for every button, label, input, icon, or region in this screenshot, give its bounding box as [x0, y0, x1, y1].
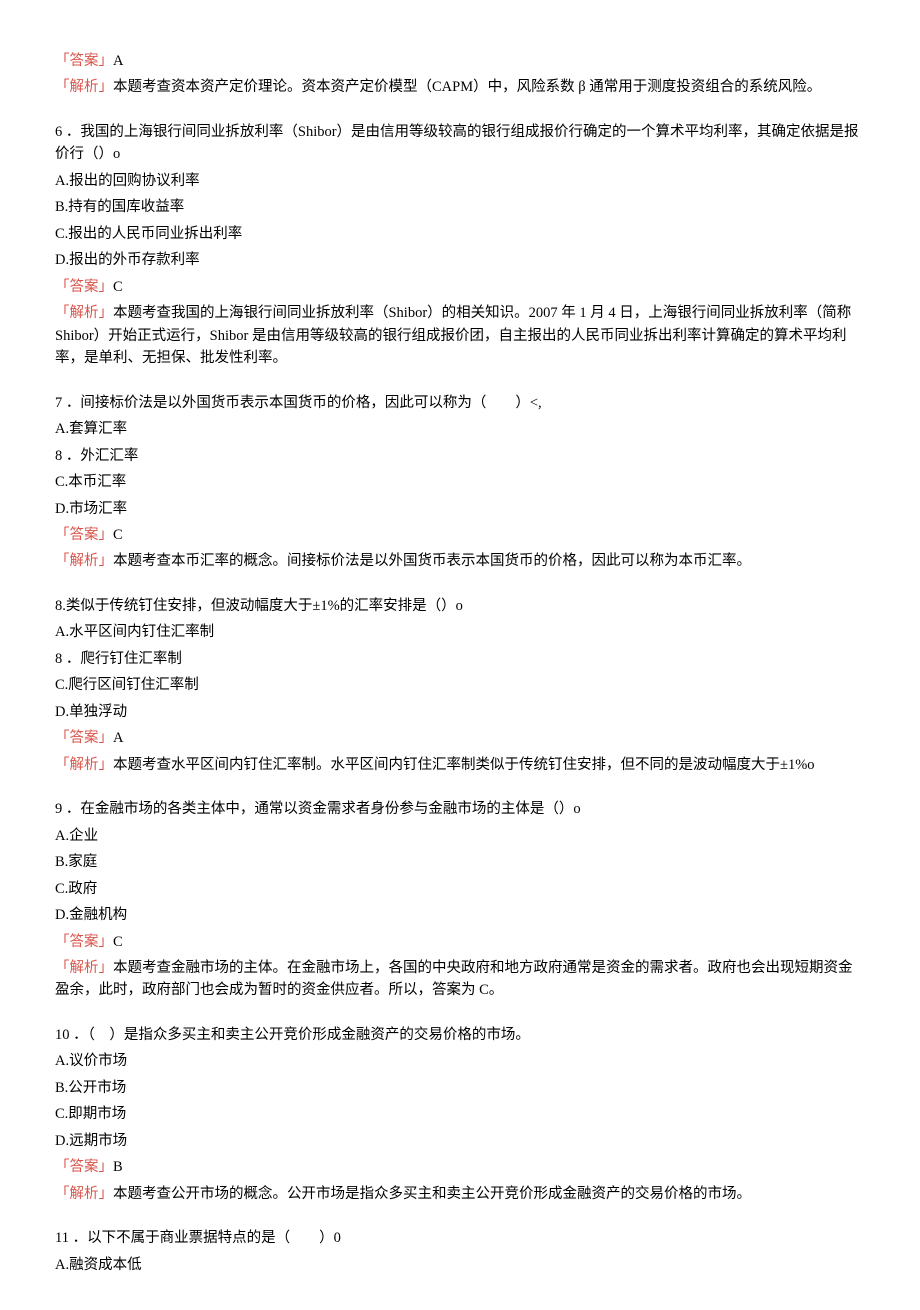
q7-option-8: 8 ．外汇汇率 — [55, 445, 865, 467]
analysis-text: 本题考查我国的上海银行间同业拆放利率（Shibor）的相关知识。2007 年 1… — [55, 305, 851, 366]
answer-value: A — [113, 730, 123, 746]
q7-answer: 「答案」C — [55, 524, 865, 546]
answer-label: 「答案」 — [55, 730, 113, 746]
answer-value: C — [113, 527, 123, 543]
q9-stem: 9 ．在金融市场的各类主体中，通常以资金需求者身份参与金融市场的主体是（）o — [55, 798, 865, 820]
q7-option-d: D.市场汇率 — [55, 498, 865, 520]
q10-option-d: D.远期市场 — [55, 1130, 865, 1152]
q6-option-d: D.报出的外币存款利率 — [55, 249, 865, 271]
q8-option-a: A.水平区间内钉住汇率制 — [55, 621, 865, 643]
q10-answer: 「答案」B — [55, 1156, 865, 1178]
q5-answer: 「答案」A — [55, 50, 865, 72]
q6-option-a: A.报出的回购协议利率 — [55, 170, 865, 192]
q10-option-b: B.公开市场 — [55, 1077, 865, 1099]
q5-analysis: 「解析」本题考查资本资产定价理论。资本资产定价模型（CAPM）中，风险系数 β … — [55, 76, 865, 98]
q9-option-b: B.家庭 — [55, 851, 865, 873]
q10-option-c: C.即期市场 — [55, 1103, 865, 1125]
q10-option-a: A.议价市场 — [55, 1050, 865, 1072]
analysis-text: 本题考查水平区间内钉住汇率制。水平区间内钉住汇率制类似于传统钉住安排，但不同的是… — [113, 757, 815, 773]
analysis-label: 「解析」 — [55, 553, 113, 569]
analysis-label: 「解析」 — [55, 305, 113, 321]
q6-stem: 6 ．我国的上海银行间同业拆放利率（Shibor）是由信用等级较高的银行组成报价… — [55, 121, 865, 166]
analysis-text: 本题考查金融市场的主体。在金融市场上，各国的中央政府和地方政府通常是资金的需求者… — [55, 960, 853, 998]
answer-value: B — [113, 1159, 123, 1175]
analysis-label: 「解析」 — [55, 79, 113, 95]
analysis-label: 「解析」 — [55, 1186, 113, 1202]
q8-option-d: D.单独浮动 — [55, 701, 865, 723]
q7-analysis: 「解析」本题考查本币汇率的概念。间接标价法是以外国货币表示本国货币的价格，因此可… — [55, 550, 865, 572]
answer-label: 「答案」 — [55, 934, 113, 950]
q10-analysis: 「解析」本题考查公开市场的概念。公开市场是指众多买主和卖主公开竞价形成金融资产的… — [55, 1183, 865, 1205]
q6-answer: 「答案」C — [55, 276, 865, 298]
q10-stem: 10 ．（ ）是指众多买主和卖主公开竞价形成金融资产的交易价格的市场。 — [55, 1024, 865, 1046]
q8-stem: 8.类似于传统钉住安排，但波动幅度大于±1%的汇率安排是（）o — [55, 595, 865, 617]
q8-option-c: C.爬行区间钉住汇率制 — [55, 674, 865, 696]
analysis-text: 本题考查资本资产定价理论。资本资产定价模型（CAPM）中，风险系数 β 通常用于… — [113, 79, 821, 95]
analysis-text: 本题考查公开市场的概念。公开市场是指众多买主和卖主公开竞价形成金融资产的交易价格… — [113, 1186, 751, 1202]
q7-option-c: C.本币汇率 — [55, 471, 865, 493]
q11-option-a: A.融资成本低 — [55, 1254, 865, 1276]
q6-analysis: 「解析」本题考查我国的上海银行间同业拆放利率（Shibor）的相关知识。2007… — [55, 302, 865, 369]
q9-answer: 「答案」C — [55, 931, 865, 953]
answer-label: 「答案」 — [55, 279, 113, 295]
analysis-label: 「解析」 — [55, 757, 113, 773]
answer-label: 「答案」 — [55, 527, 113, 543]
q9-option-c: C.政府 — [55, 878, 865, 900]
answer-value: A — [113, 53, 123, 69]
answer-label: 「答案」 — [55, 53, 113, 69]
q6-option-b: B.持有的国库收益率 — [55, 196, 865, 218]
q8-option-8: 8 ．爬行钉住汇率制 — [55, 648, 865, 670]
answer-value: C — [113, 279, 123, 295]
analysis-text: 本题考查本币汇率的概念。间接标价法是以外国货币表示本国货币的价格，因此可以称为本… — [113, 553, 751, 569]
q9-option-d: D.金融机构 — [55, 904, 865, 926]
q6-option-c: C.报出的人民币同业拆出利率 — [55, 223, 865, 245]
q8-answer: 「答案」A — [55, 727, 865, 749]
q7-option-a: A.套算汇率 — [55, 418, 865, 440]
answer-label: 「答案」 — [55, 1159, 113, 1175]
q9-option-a: A.企业 — [55, 825, 865, 847]
analysis-label: 「解析」 — [55, 960, 113, 976]
q8-analysis: 「解析」本题考查水平区间内钉住汇率制。水平区间内钉住汇率制类似于传统钉住安排，但… — [55, 754, 865, 776]
answer-value: C — [113, 934, 123, 950]
q7-stem: 7 ．间接标价法是以外国货币表示本国货币的价格，因此可以称为（ ）<, — [55, 392, 865, 414]
q11-stem: 11 ．以下不属于商业票据特点的是（ ）0 — [55, 1227, 865, 1249]
q9-analysis: 「解析」本题考查金融市场的主体。在金融市场上，各国的中央政府和地方政府通常是资金… — [55, 957, 865, 1002]
